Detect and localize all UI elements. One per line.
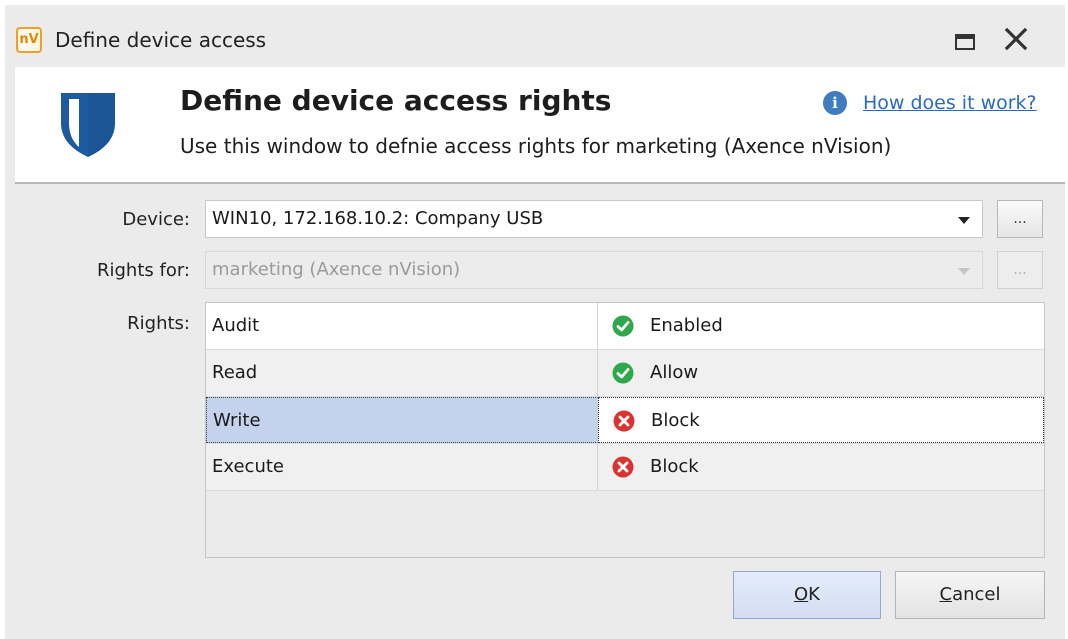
right-name: Audit	[206, 303, 598, 349]
ok-label: K	[808, 584, 820, 605]
row-divider	[206, 490, 1044, 491]
rights-row[interactable]: Execute Block	[206, 444, 1044, 490]
rights-for-dropdown: marketing (Axence nVision)	[205, 251, 983, 289]
ok-button[interactable]: OK	[733, 571, 881, 619]
chevron-down-icon	[958, 268, 970, 275]
dialog-window: nV Define device access Define device ac…	[5, 5, 1065, 639]
window-title: Define device access	[55, 28, 267, 52]
dialog-header: Define device access rights Use this win…	[15, 67, 1065, 182]
how-does-it-work-link[interactable]: How does it work?	[863, 89, 1037, 117]
chevron-down-icon	[958, 217, 970, 224]
right-value-cell[interactable]: Block	[598, 397, 1044, 443]
nvision-app-icon: nV	[16, 27, 42, 53]
right-value: Block	[650, 456, 699, 477]
right-name: Execute	[206, 444, 598, 490]
ok-mnemonic: O	[794, 584, 809, 605]
check-circle-icon	[612, 362, 634, 384]
right-value-cell[interactable]: Allow	[598, 350, 1044, 396]
device-label: Device:	[122, 209, 190, 230]
header-subtitle: Use this window to defnie access rights …	[180, 134, 892, 158]
device-value: WIN10, 172.168.10.2: Company USB	[212, 208, 544, 229]
cancel-label: ancel	[952, 584, 1001, 605]
right-value-cell[interactable]: Enabled	[598, 303, 1044, 349]
rights-grid: Audit Enabled Read Allow Write Block Exe…	[205, 302, 1045, 558]
rights-for-label: Rights for:	[97, 260, 190, 281]
right-value-cell[interactable]: Block	[598, 444, 1044, 490]
close-icon	[1004, 27, 1028, 51]
header-title: Define device access rights	[180, 84, 612, 117]
shield-icon	[61, 93, 115, 157]
right-name: Read	[206, 350, 598, 396]
right-value: Enabled	[650, 315, 723, 336]
rights-row-selected[interactable]: Write Block	[206, 397, 1044, 443]
x-circle-icon	[612, 456, 634, 478]
device-browse-button[interactable]: ...	[997, 200, 1043, 238]
rights-label: Rights:	[127, 313, 190, 334]
rights-for-browse-button: ...	[997, 251, 1043, 289]
right-value: Block	[651, 410, 700, 431]
right-value: Allow	[650, 362, 699, 383]
cancel-mnemonic: C	[939, 584, 953, 605]
rights-row[interactable]: Read Allow	[206, 350, 1044, 396]
close-button[interactable]	[1000, 25, 1032, 55]
info-icon: i	[823, 91, 847, 115]
maximize-button[interactable]	[949, 25, 981, 55]
check-circle-icon	[612, 315, 634, 337]
x-circle-icon	[613, 410, 635, 432]
device-dropdown[interactable]: WIN10, 172.168.10.2: Company USB	[205, 200, 983, 238]
cancel-button[interactable]: Cancel	[895, 571, 1045, 619]
rights-for-value: marketing (Axence nVision)	[212, 259, 461, 280]
header-separator	[15, 182, 1065, 184]
maximize-icon	[955, 34, 975, 50]
rights-row[interactable]: Audit Enabled	[206, 303, 1044, 349]
right-name: Write	[206, 397, 598, 443]
title-bar: nV Define device access	[5, 5, 1065, 67]
